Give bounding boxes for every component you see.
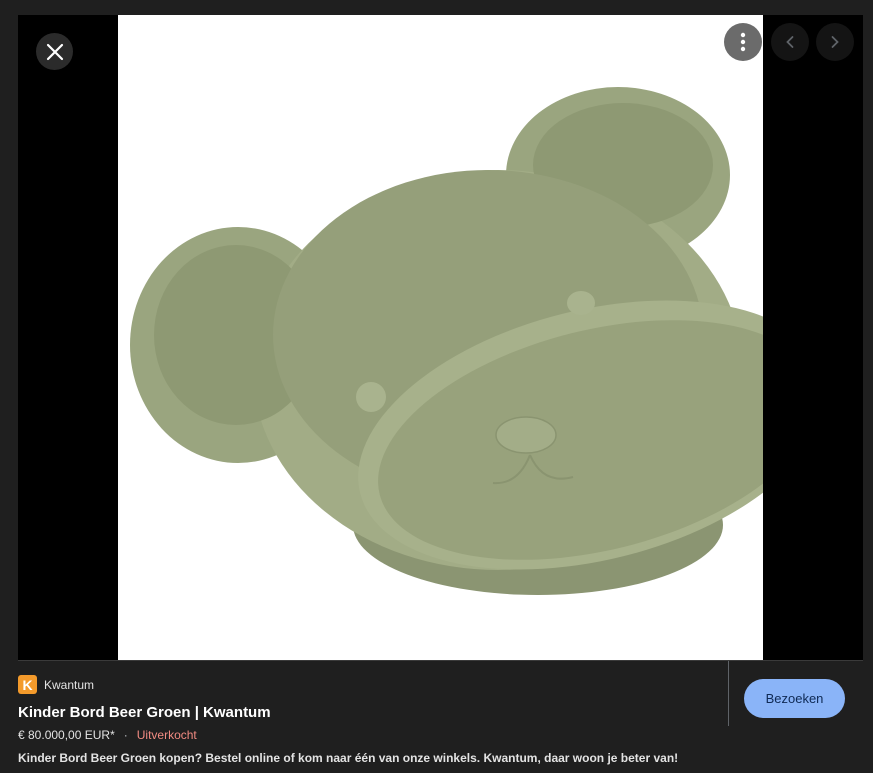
more-vert-icon	[740, 32, 746, 52]
chevron-left-icon	[786, 36, 794, 48]
bear-nose	[495, 416, 557, 454]
next-button[interactable]	[816, 23, 854, 61]
source-row[interactable]: K Kwantum	[18, 675, 94, 694]
visit-button[interactable]: Bezoeken	[744, 679, 845, 718]
close-button[interactable]	[36, 33, 73, 70]
price: € 80.000,00 EUR*	[18, 728, 115, 742]
close-icon	[46, 43, 63, 60]
price-row: € 80.000,00 EUR* · Uitverkocht	[18, 728, 197, 742]
bear-plate-illustration	[130, 87, 763, 595]
image-viewer	[18, 15, 863, 660]
result-title[interactable]: Kinder Bord Beer Groen | Kwantum	[18, 704, 271, 721]
result-description: Kinder Bord Beer Groen kopen? Bestel onl…	[18, 751, 679, 765]
more-options-button[interactable]	[724, 23, 762, 61]
chevron-right-icon	[831, 36, 839, 48]
stock-status: Uitverkocht	[136, 728, 197, 742]
panel-divider	[18, 660, 863, 661]
separator: ·	[123, 728, 128, 742]
vertical-divider	[728, 661, 729, 726]
bear-eye-left	[356, 382, 386, 412]
source-logo: K	[18, 675, 37, 694]
product-image[interactable]	[118, 15, 763, 660]
bear-eye-right	[567, 291, 595, 315]
previous-button[interactable]	[771, 23, 809, 61]
source-name: Kwantum	[44, 677, 95, 692]
